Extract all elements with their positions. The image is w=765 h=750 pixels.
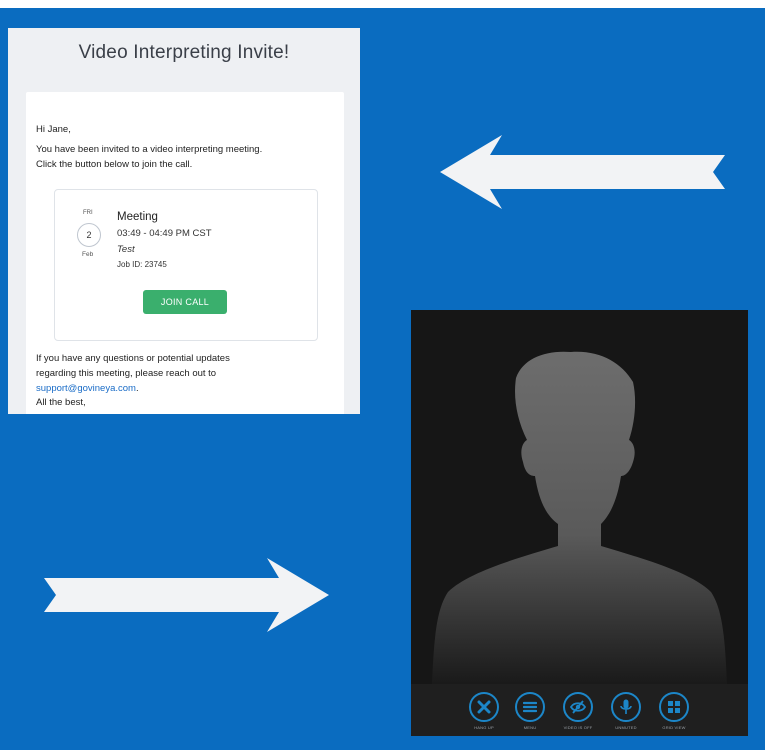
email-intro: You have been invited to a video interpr… (36, 142, 306, 172)
video-status-label: VIDEO IS OFF (563, 725, 593, 730)
menu-icon (523, 701, 537, 713)
email-signoff: All the best, (36, 397, 86, 408)
video-toggle-button[interactable] (563, 692, 593, 722)
eye-off-icon (570, 700, 586, 714)
video-call-panel: HANG UP MENU VIDEO IS OFF UNMUTED GRID V… (411, 310, 748, 736)
close-icon (477, 700, 491, 714)
hang-up-label: HANG UP (474, 725, 494, 730)
call-toolbar: HANG UP MENU VIDEO IS OFF UNMUTED GRID V… (411, 684, 748, 736)
join-call-button[interactable]: JOIN CALL (143, 290, 227, 314)
microphone-icon (620, 699, 632, 714)
meeting-details-card: FRI 2 Feb Meeting 03:49 - 04:49 PM CST T… (54, 189, 318, 341)
mute-status-label: UNMUTED (615, 725, 637, 730)
grid-view-button[interactable] (659, 692, 689, 722)
email-outro-line-2: regarding this meeting, please reach out… (36, 368, 217, 379)
email-intro-line-1: You have been invited to a video interpr… (36, 144, 263, 155)
email-greeting: Hi Jane, (36, 124, 71, 135)
meeting-time: 03:49 - 04:49 PM CST (117, 228, 212, 239)
support-email-link[interactable]: support@govineya.com (36, 383, 136, 394)
email-invite-card: Video Interpreting Invite! Hi Jane, You … (8, 28, 360, 414)
menu-label: MENU (523, 725, 537, 730)
meeting-month: Feb (82, 251, 94, 258)
avatar-silhouette (432, 351, 727, 684)
meeting-title: Meeting (117, 211, 158, 223)
email-title: Video Interpreting Invite! (78, 42, 290, 63)
top-strip (0, 0, 765, 8)
email-intro-line-2: Click the button below to join the call. (36, 159, 193, 170)
hang-up-button[interactable] (469, 692, 499, 722)
meeting-subtitle: Test (117, 244, 135, 255)
grid-icon (668, 701, 680, 713)
grid-view-label: GRID VIEW (662, 725, 686, 730)
meeting-job-id: Job ID: 23745 (117, 260, 167, 269)
email-outro-line-1: If you have any questions or potential u… (36, 353, 230, 364)
left-arrow-icon (440, 135, 725, 209)
mute-toggle-button[interactable] (611, 692, 641, 722)
email-outro: If you have any questions or potential u… (36, 351, 296, 396)
meeting-day: 2 (77, 223, 101, 247)
meeting-day-of-week: FRI (83, 210, 93, 216)
right-arrow-icon (44, 558, 329, 632)
support-suffix: . (135, 383, 139, 394)
menu-button[interactable] (515, 692, 545, 722)
email-support-line: support@govineya.com. (36, 381, 296, 396)
